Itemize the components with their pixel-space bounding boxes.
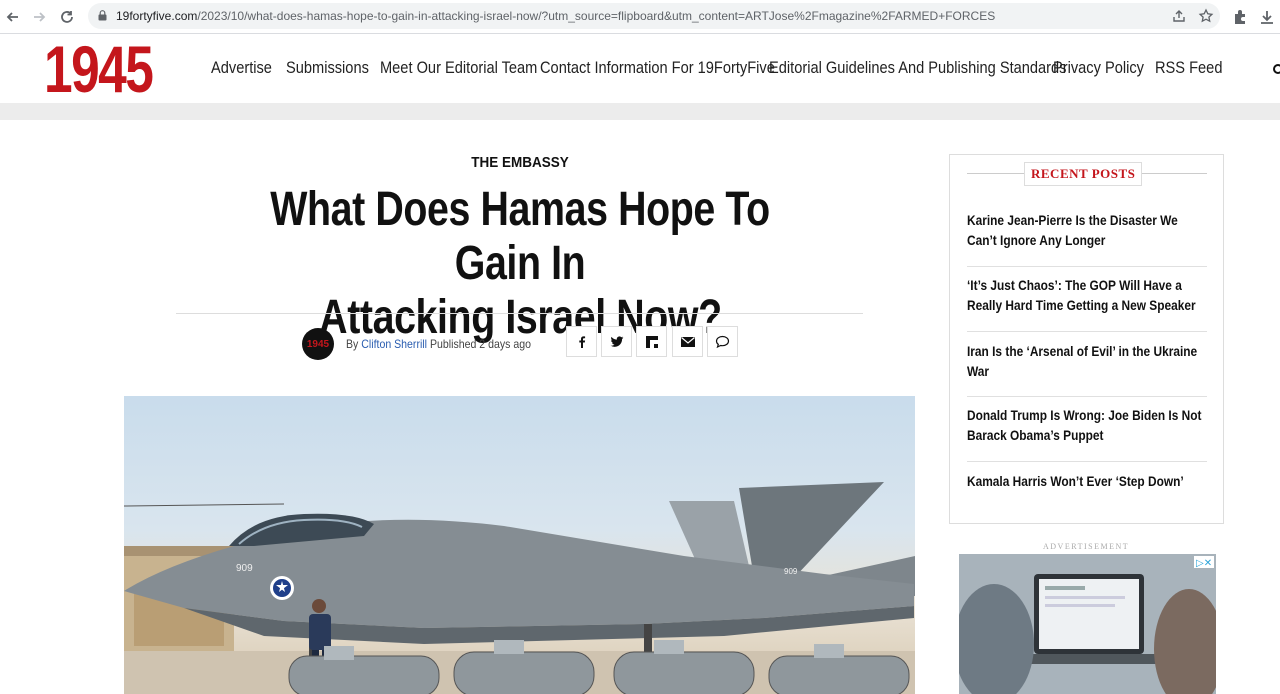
menu-editorial-guidelines[interactable]: Editorial Guidelines And Publishing Stan…: [769, 58, 1066, 78]
forward-icon[interactable]: [28, 6, 50, 28]
share-twitter-button[interactable]: [601, 326, 632, 357]
share-comment-button[interactable]: [707, 326, 738, 357]
extensions-icon[interactable]: [1231, 8, 1249, 26]
menu-privacy-policy[interactable]: Privacy Policy: [1053, 58, 1144, 78]
search-icon[interactable]: [1273, 64, 1280, 74]
jet-number: 909: [236, 563, 253, 574]
post-divider: [967, 331, 1207, 332]
header-divider: [0, 103, 1280, 120]
menu-editorial-team[interactable]: Meet Our Editorial Team: [380, 58, 537, 78]
share-facebook-button[interactable]: [566, 326, 597, 357]
post-divider: [967, 396, 1207, 397]
recent-post-link[interactable]: Karine Jean-Pierre Is the Disaster We Ca…: [967, 210, 1207, 250]
bookmark-star-icon[interactable]: [1198, 8, 1214, 24]
post-divider: [967, 266, 1207, 267]
share-flipboard-button[interactable]: [636, 326, 667, 357]
article-category[interactable]: THE EMBASSY: [52, 154, 988, 171]
site-header: 1945 Advertise Submissions Meet Our Edit…: [0, 32, 1280, 106]
twitter-icon: [610, 335, 623, 347]
ad-choices-icon[interactable]: ▷✕: [1196, 558, 1212, 569]
email-icon: [680, 336, 695, 347]
menu-submissions[interactable]: Submissions: [286, 58, 369, 78]
reload-icon[interactable]: [56, 6, 78, 28]
share-page-icon[interactable]: [1171, 8, 1187, 24]
share-email-button[interactable]: [672, 326, 703, 357]
post-divider: [967, 461, 1207, 462]
url-text: 19fortyfive.com/2023/10/what-does-hamas-…: [116, 9, 996, 23]
recent-post-link[interactable]: Kamala Harris Won’t Ever ‘Step Down’: [967, 471, 1207, 491]
title-divider: [176, 313, 863, 314]
browser-toolbar: 19fortyfive.com/2023/10/what-does-hamas-…: [0, 0, 1280, 34]
menu-advertise[interactable]: Advertise: [211, 58, 272, 78]
advertisement-label: ADVERTISEMENT: [1043, 542, 1130, 551]
published-date: 2 days ago: [479, 337, 531, 351]
fighter-jet-photo: 909 909: [124, 482, 915, 694]
advertisement-image[interactable]: ▷✕: [959, 554, 1216, 694]
recent-posts-widget: RECENT POSTS Karine Jean-Pierre Is the D…: [949, 154, 1224, 524]
author-avatar[interactable]: 1945: [302, 328, 334, 360]
byline-meta: By Clifton Sherrill Published 2 days ago: [346, 337, 531, 351]
title-line-1: What Does Hamas Hope To Gain In: [270, 183, 770, 290]
menu-contact[interactable]: Contact Information For 19FortyFive: [540, 58, 775, 78]
lock-icon: [98, 10, 107, 21]
recent-post-link[interactable]: Donald Trump Is Wrong: Joe Biden Is Not …: [967, 405, 1207, 445]
comment-icon: [715, 335, 730, 348]
article-title: What Does Hamas Hope To Gain In Attackin…: [160, 183, 880, 345]
flipboard-icon: [645, 335, 658, 348]
tail-number: 909: [784, 567, 798, 576]
recent-post-link[interactable]: Iran Is the ‘Arsenal of Evil’ in the Ukr…: [967, 341, 1207, 381]
article-hero-image: 909 909: [124, 396, 915, 694]
author-link[interactable]: Clifton Sherrill: [361, 337, 427, 351]
ad-laptop-photo: ▷✕: [959, 554, 1216, 694]
address-bar[interactable]: 19fortyfive.com/2023/10/what-does-hamas-…: [88, 3, 1220, 29]
menu-rss-feed[interactable]: RSS Feed: [1155, 58, 1222, 78]
by-label: By: [346, 337, 359, 351]
site-logo[interactable]: 1945: [44, 32, 154, 106]
published-label: Published: [429, 337, 477, 351]
back-icon[interactable]: [2, 6, 24, 28]
recent-post-link[interactable]: ‘It’s Just Chaos’: The GOP Will Have a R…: [967, 275, 1207, 315]
recent-posts-heading: RECENT POSTS: [1024, 162, 1143, 186]
download-icon[interactable]: [1258, 8, 1276, 26]
facebook-icon: [578, 335, 585, 348]
